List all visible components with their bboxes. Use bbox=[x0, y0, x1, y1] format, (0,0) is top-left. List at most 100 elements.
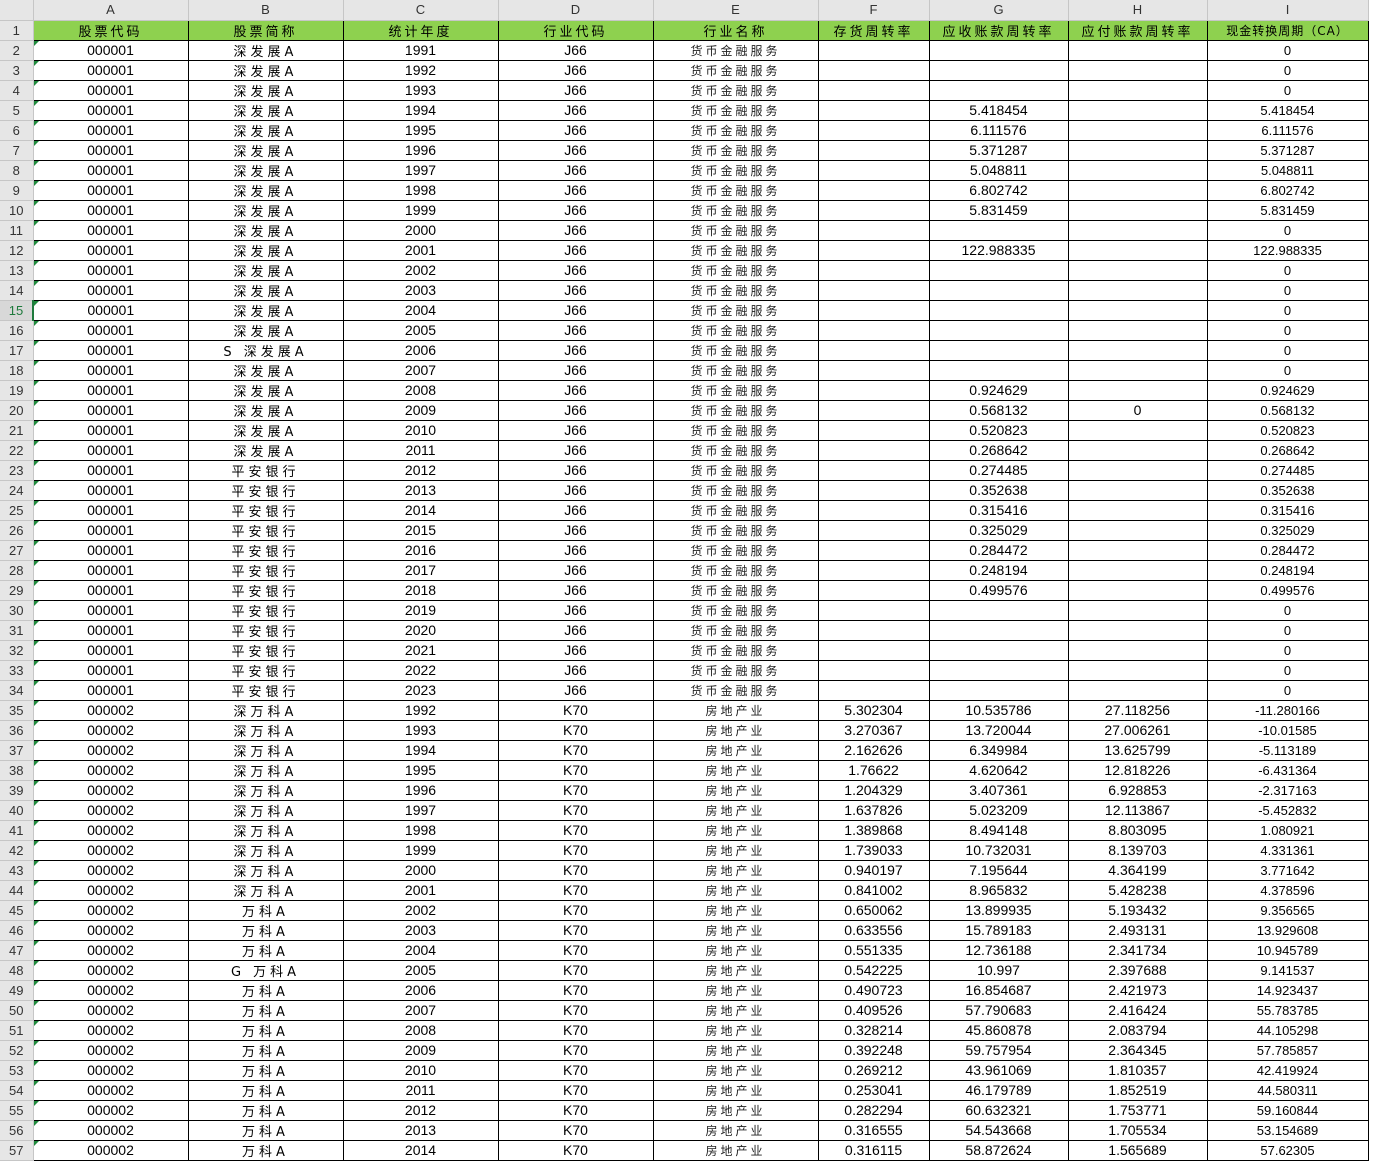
cell[interactable]: 2022 bbox=[343, 660, 499, 681]
cell[interactable]: 深发展A bbox=[188, 420, 344, 441]
cell[interactable] bbox=[1068, 460, 1208, 481]
cell[interactable]: 4.364199 bbox=[1068, 860, 1208, 881]
cell[interactable]: 平安银行 bbox=[188, 580, 344, 601]
cell[interactable]: 0 bbox=[1068, 400, 1208, 421]
cell[interactable] bbox=[1068, 360, 1208, 381]
header-cell[interactable]: 应收账款周转率 bbox=[929, 20, 1069, 41]
cell[interactable]: 深万科A bbox=[188, 840, 344, 861]
cell[interactable] bbox=[818, 680, 930, 701]
row-header[interactable]: 23 bbox=[0, 460, 34, 481]
header-cell[interactable]: 股票代码 bbox=[33, 20, 189, 41]
cell[interactable]: 万科A bbox=[188, 940, 344, 961]
cell[interactable]: 货币金融服务 bbox=[653, 140, 819, 161]
cell[interactable] bbox=[1068, 600, 1208, 621]
column-header-f[interactable]: F bbox=[818, 0, 930, 21]
cell[interactable]: -5.113189 bbox=[1207, 740, 1369, 761]
cell[interactable]: 房地产业 bbox=[653, 1080, 819, 1101]
cell[interactable] bbox=[818, 600, 930, 621]
cell[interactable] bbox=[1068, 200, 1208, 221]
cell[interactable]: 房地产业 bbox=[653, 840, 819, 861]
cell[interactable] bbox=[818, 400, 930, 421]
cell[interactable]: 0.650062 bbox=[818, 900, 930, 921]
cell[interactable]: 2014 bbox=[343, 500, 499, 521]
cell[interactable]: 2002 bbox=[343, 900, 499, 921]
cell[interactable]: 货币金融服务 bbox=[653, 60, 819, 81]
cell[interactable]: 货币金融服务 bbox=[653, 40, 819, 61]
cell[interactable]: 5.048811 bbox=[929, 160, 1069, 181]
cell[interactable]: 000002 bbox=[33, 900, 189, 921]
row-header[interactable]: 5 bbox=[0, 100, 34, 121]
cell[interactable] bbox=[1068, 140, 1208, 161]
cell[interactable]: 0.253041 bbox=[818, 1080, 930, 1101]
header-cell[interactable]: 现金转换周期（CA） bbox=[1207, 20, 1369, 41]
cell[interactable] bbox=[818, 40, 930, 61]
row-header[interactable]: 10 bbox=[0, 200, 34, 221]
cell[interactable]: 2005 bbox=[343, 960, 499, 981]
cell[interactable]: -2.317163 bbox=[1207, 780, 1369, 801]
cell[interactable]: 2002 bbox=[343, 260, 499, 281]
cell[interactable]: 货币金融服务 bbox=[653, 260, 819, 281]
cell[interactable]: 房地产业 bbox=[653, 1020, 819, 1041]
cell[interactable]: K70 bbox=[498, 1100, 654, 1121]
cell[interactable] bbox=[929, 300, 1069, 321]
cell[interactable]: 房地产业 bbox=[653, 1040, 819, 1061]
cell[interactable]: S 深发展A bbox=[188, 340, 344, 361]
cell[interactable]: 货币金融服务 bbox=[653, 120, 819, 141]
cell[interactable] bbox=[929, 600, 1069, 621]
cell[interactable]: 2011 bbox=[343, 440, 499, 461]
cell[interactable]: J66 bbox=[498, 420, 654, 441]
cell[interactable]: 1.810357 bbox=[1068, 1060, 1208, 1081]
cell[interactable]: 0 bbox=[1207, 260, 1369, 281]
cell[interactable]: 8.139703 bbox=[1068, 840, 1208, 861]
cell[interactable] bbox=[1068, 560, 1208, 581]
cell[interactable]: 0 bbox=[1207, 660, 1369, 681]
cell[interactable]: 深发展A bbox=[188, 240, 344, 261]
cell[interactable]: 5.023209 bbox=[929, 800, 1069, 821]
cell[interactable]: 000002 bbox=[33, 840, 189, 861]
cell[interactable]: 深发展A bbox=[188, 260, 344, 281]
row-header[interactable]: 52 bbox=[0, 1040, 34, 1061]
cell[interactable]: 2014 bbox=[343, 1140, 499, 1161]
row-header[interactable]: 54 bbox=[0, 1080, 34, 1101]
cell[interactable]: 2013 bbox=[343, 480, 499, 501]
cell[interactable]: 深发展A bbox=[188, 200, 344, 221]
cell[interactable]: K70 bbox=[498, 820, 654, 841]
cell[interactable]: K70 bbox=[498, 840, 654, 861]
cell[interactable]: -11.280166 bbox=[1207, 700, 1369, 721]
cell[interactable]: 2003 bbox=[343, 280, 499, 301]
cell[interactable]: 000001 bbox=[33, 680, 189, 701]
row-header[interactable]: 17 bbox=[0, 340, 34, 361]
cell[interactable]: 000002 bbox=[33, 780, 189, 801]
cell[interactable]: 深万科A bbox=[188, 780, 344, 801]
cell[interactable]: 深万科A bbox=[188, 880, 344, 901]
cell[interactable]: 0.315416 bbox=[929, 500, 1069, 521]
row-header[interactable]: 16 bbox=[0, 320, 34, 341]
cell[interactable]: 深发展A bbox=[188, 180, 344, 201]
row-header[interactable]: 55 bbox=[0, 1100, 34, 1121]
cell[interactable]: 000001 bbox=[33, 340, 189, 361]
cell[interactable]: K70 bbox=[498, 1060, 654, 1081]
row-header[interactable]: 28 bbox=[0, 560, 34, 581]
cell[interactable] bbox=[1068, 420, 1208, 441]
cell[interactable]: 000001 bbox=[33, 240, 189, 261]
cell[interactable]: 1.739033 bbox=[818, 840, 930, 861]
cell[interactable]: 房地产业 bbox=[653, 800, 819, 821]
cell[interactable]: 0.924629 bbox=[1207, 380, 1369, 401]
cell[interactable]: K70 bbox=[498, 880, 654, 901]
cell[interactable]: 2009 bbox=[343, 1040, 499, 1061]
cell[interactable] bbox=[1068, 60, 1208, 81]
cell[interactable]: 3.270367 bbox=[818, 720, 930, 741]
cell[interactable] bbox=[1068, 480, 1208, 501]
cell[interactable]: J66 bbox=[498, 180, 654, 201]
row-header[interactable]: 46 bbox=[0, 920, 34, 941]
cell[interactable]: 货币金融服务 bbox=[653, 560, 819, 581]
cell[interactable]: 货币金融服务 bbox=[653, 360, 819, 381]
cell[interactable]: 房地产业 bbox=[653, 940, 819, 961]
cell[interactable]: K70 bbox=[498, 980, 654, 1001]
cell[interactable]: 2018 bbox=[343, 580, 499, 601]
cell[interactable] bbox=[818, 460, 930, 481]
cell[interactable]: 58.872624 bbox=[929, 1140, 1069, 1161]
cell[interactable]: 2010 bbox=[343, 420, 499, 441]
cell[interactable]: 2021 bbox=[343, 640, 499, 661]
cell[interactable]: 0 bbox=[1207, 220, 1369, 241]
